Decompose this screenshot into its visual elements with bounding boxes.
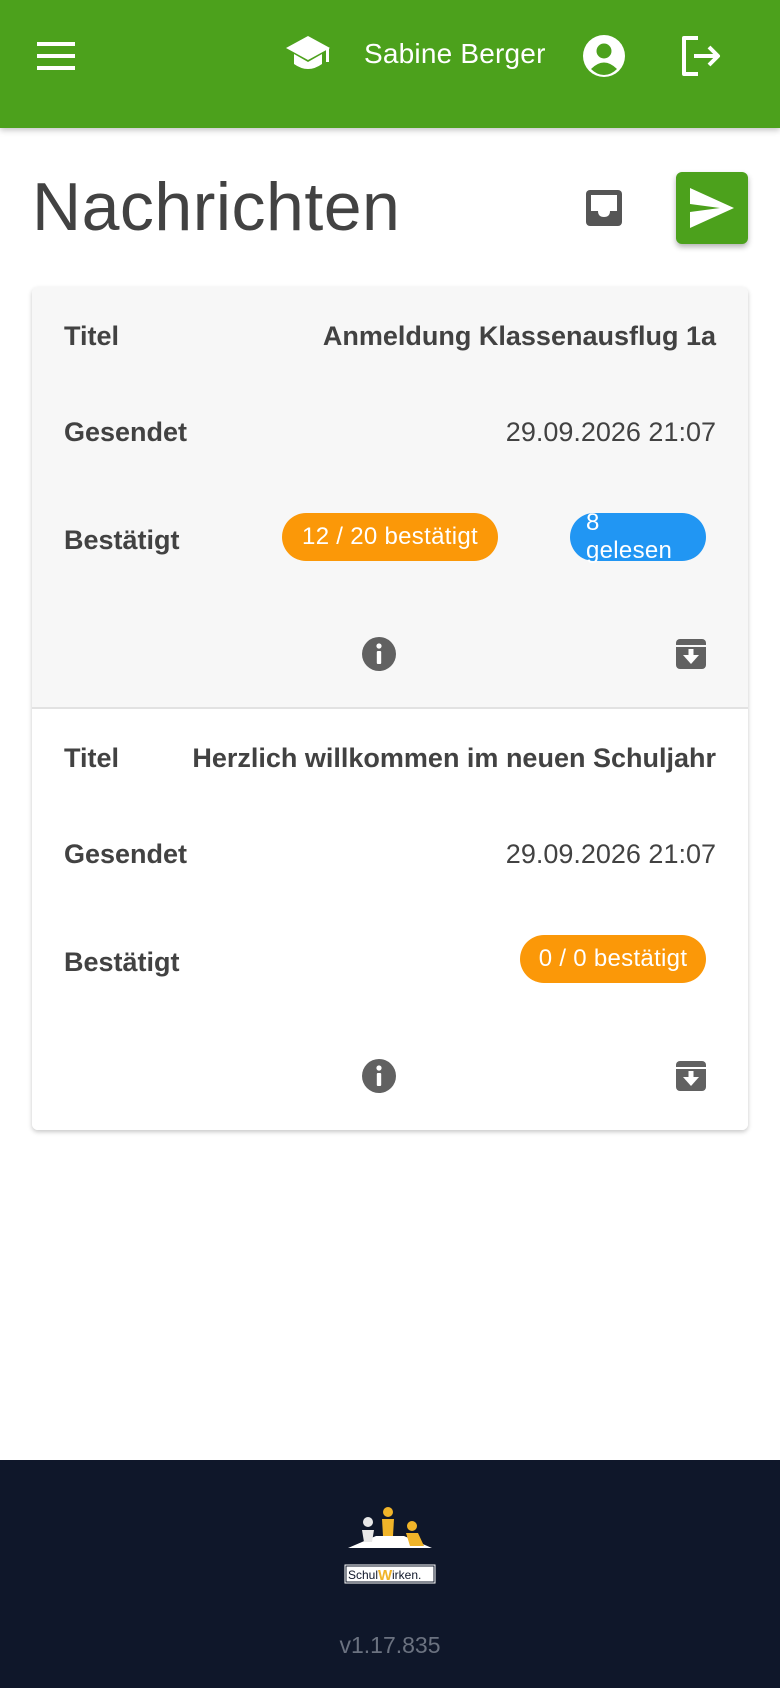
message-sent-date: 29.09.2026 21:07 <box>505 839 716 869</box>
message-list: Titel Anmeldung Klassenausflug 1a Gesend… <box>32 287 748 1130</box>
confirmed-label: Bestätigt <box>64 947 180 977</box>
send-icon <box>690 188 734 228</box>
archive-icon[interactable] <box>672 1057 710 1095</box>
page-title: Nachrichten <box>32 169 401 245</box>
sent-label: Gesendet <box>64 839 188 869</box>
read-chip[interactable]: 8 gelesen <box>570 509 706 564</box>
svg-text:Schul: Schul <box>348 1568 378 1582</box>
school-icon <box>286 36 330 69</box>
message-item[interactable]: Titel Herzlich willkommen im neuen Schul… <box>32 709 748 1130</box>
title-label: Titel <box>64 321 120 351</box>
message-title: Anmeldung Klassenausflug 1a <box>322 321 716 351</box>
confirmed-chip[interactable]: 0 / 0 bestätigt <box>520 935 706 983</box>
account-circle-icon[interactable] <box>580 32 628 80</box>
sent-label: Gesendet <box>64 417 188 447</box>
message-item[interactable]: Titel Anmeldung Klassenausflug 1a Gesend… <box>32 287 748 709</box>
app-bar: Sabine Berger <box>0 0 780 128</box>
svg-text:W: W <box>378 1567 393 1584</box>
info-icon[interactable] <box>360 1057 398 1095</box>
confirmed-chip[interactable]: 12 / 20 bestätigt <box>282 513 498 561</box>
svg-text:irken.: irken. <box>392 1568 421 1582</box>
schulwirken-logo: Schul W irken. <box>343 1507 437 1585</box>
user-name: Sabine Berger <box>364 38 546 69</box>
info-icon[interactable] <box>360 635 398 673</box>
logout-icon[interactable] <box>676 32 724 80</box>
confirmed-label: Bestätigt <box>64 525 180 555</box>
app-version: v1.17.835 <box>339 1632 441 1658</box>
title-label: Titel <box>64 743 120 773</box>
inbox-icon[interactable] <box>580 184 628 232</box>
menu-button[interactable] <box>30 30 82 82</box>
message-sent-date: 29.09.2026 21:07 <box>505 417 716 447</box>
archive-icon[interactable] <box>672 635 710 673</box>
menu-icon <box>37 42 75 70</box>
message-title: Herzlich willkommen im neuen Schuljahr <box>192 743 716 773</box>
send-message-button[interactable] <box>676 172 748 244</box>
footer: Schul W irken. v1.17.835 <box>0 1460 780 1688</box>
